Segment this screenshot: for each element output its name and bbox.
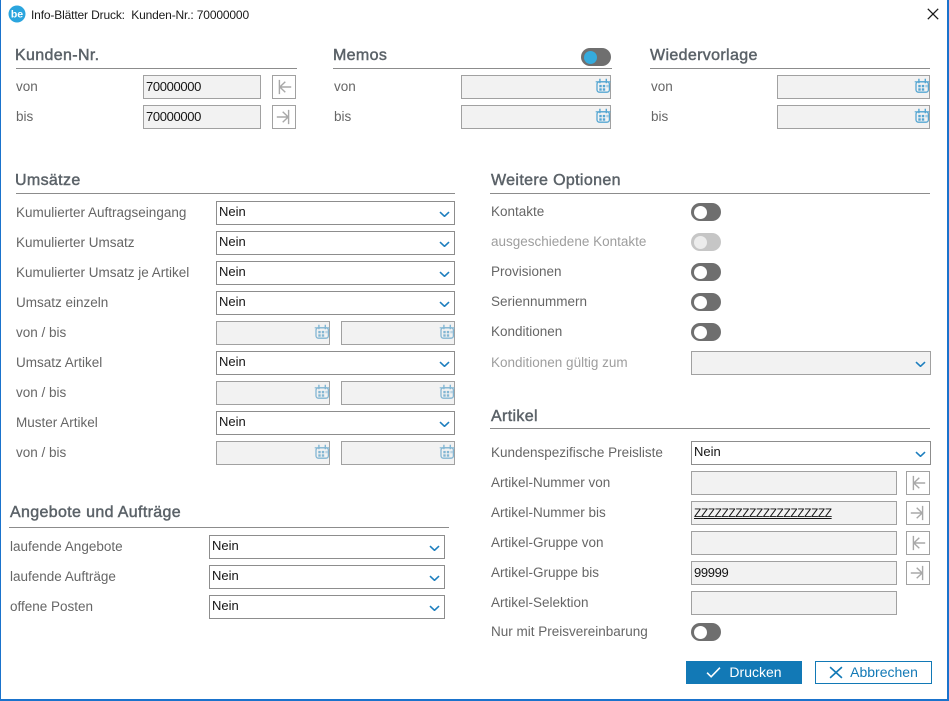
svg-text:be: be xyxy=(11,9,23,21)
